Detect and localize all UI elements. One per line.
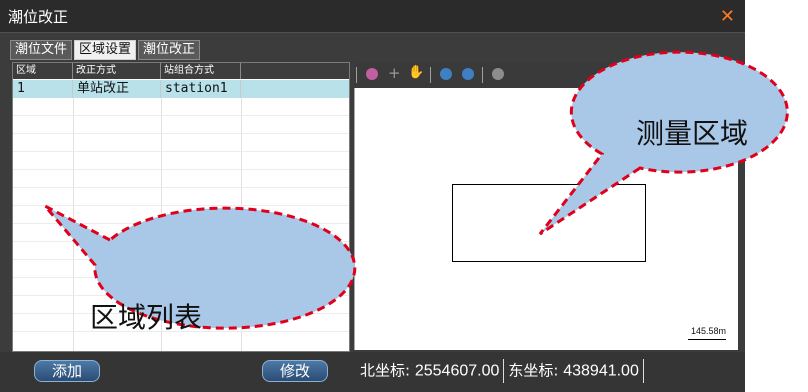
area-list-label: 区域列表 [90, 301, 203, 334]
measure-area-label: 测量区域 [636, 117, 749, 150]
